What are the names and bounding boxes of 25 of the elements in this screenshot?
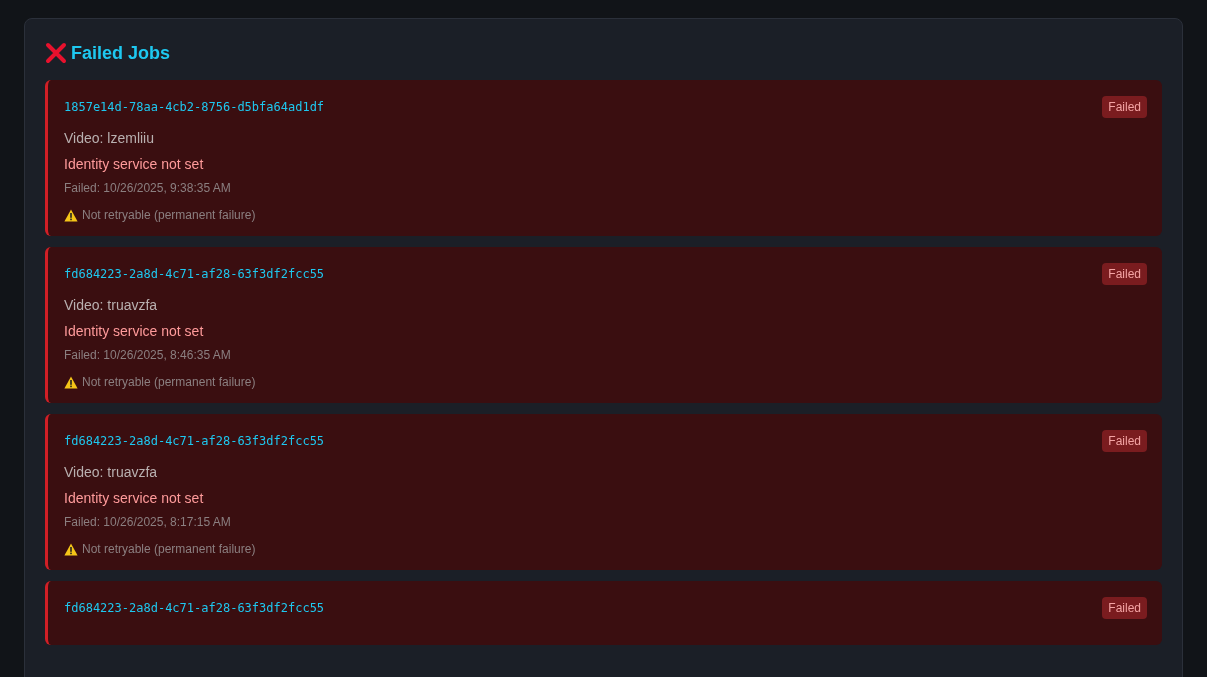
retry-note: Not retryable (permanent failure) <box>82 375 256 389</box>
panel-title: Failed Jobs <box>71 42 171 64</box>
warning-icon <box>64 208 78 222</box>
status-badge: Failed <box>1102 96 1147 118</box>
status-badge: Failed <box>1102 597 1147 619</box>
failed-time: Failed: 10/26/2025, 9:38:35 AM <box>64 181 232 195</box>
warning-icon <box>64 542 78 556</box>
video-label: Video: truavzfa <box>64 297 159 313</box>
job-id: 1857e14d-78aa-4cb2-8756-d5bfa64ad1df <box>64 100 325 114</box>
failed-time: Failed: 10/26/2025, 8:46:35 AM <box>64 348 232 362</box>
job-id: fd684223-2a8d-4c71-af28-63f3df2fcc55 <box>64 601 325 615</box>
job-id: fd684223-2a8d-4c71-af28-63f3df2fcc55 <box>64 267 325 281</box>
warning-icon <box>64 375 78 389</box>
status-badge: Failed <box>1102 430 1147 452</box>
error-message: Identity service not set <box>64 156 205 172</box>
failed-time: Failed: 10/26/2025, 8:17:15 AM <box>64 515 232 529</box>
error-message: Identity service not set <box>64 323 205 339</box>
status-badge: Failed <box>1102 263 1147 285</box>
close-icon <box>45 42 67 64</box>
error-message: Identity service not set <box>64 490 205 506</box>
retry-note: Not retryable (permanent failure) <box>82 208 256 222</box>
retry-note: Not retryable (permanent failure) <box>82 542 256 556</box>
job-id: fd684223-2a8d-4c71-af28-63f3df2fcc55 <box>64 434 325 448</box>
video-label: Video: truavzfa <box>64 464 159 480</box>
video-label: Video: lzemliiu <box>64 130 155 146</box>
